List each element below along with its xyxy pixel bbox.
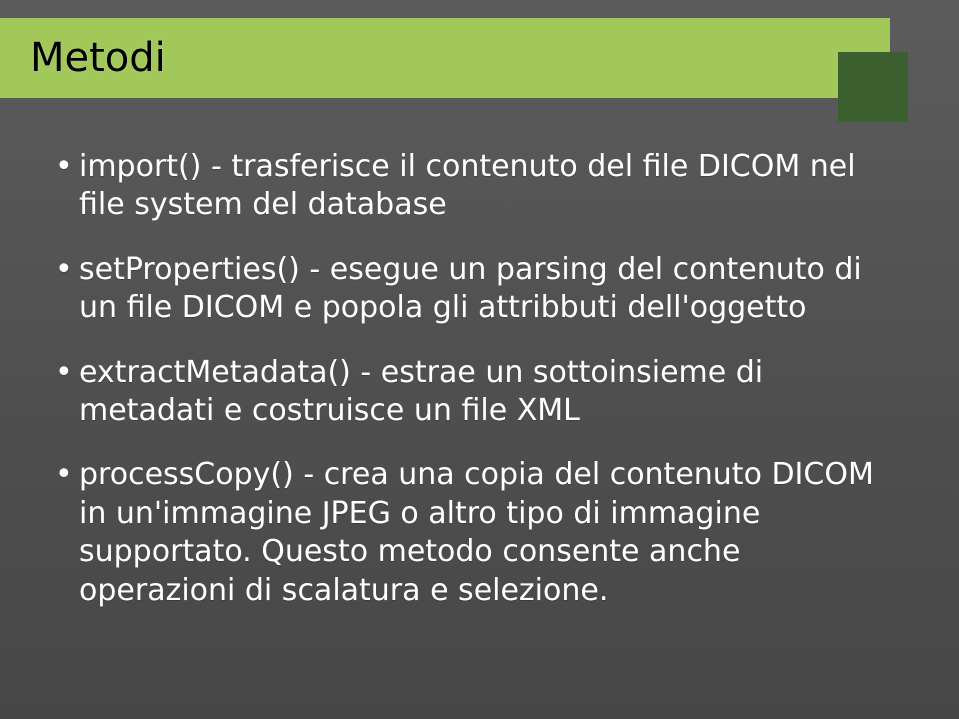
title-bar: Metodi xyxy=(0,18,890,98)
list-item: setProperties() - esegue un parsing del … xyxy=(55,251,879,328)
list-item: processCopy() - crea una copia del conte… xyxy=(55,456,879,610)
bullet-text: setProperties() - esegue un parsing del … xyxy=(79,252,862,325)
list-item: import() - trasferisce il contenuto del … xyxy=(55,148,879,225)
bullet-text: extractMetadata() - estrae un sottoinsie… xyxy=(79,355,763,428)
bullet-list: import() - trasferisce il contenuto del … xyxy=(55,148,879,610)
accent-square-icon xyxy=(838,52,908,122)
list-item: extractMetadata() - estrae un sottoinsie… xyxy=(55,354,879,431)
bullet-text: import() - trasferisce il contenuto del … xyxy=(79,149,856,222)
slide-content: import() - trasferisce il contenuto del … xyxy=(55,148,879,636)
slide: Metodi import() - trasferisce il contenu… xyxy=(0,0,959,719)
bullet-text: processCopy() - crea una copia del conte… xyxy=(79,457,874,607)
slide-title: Metodi xyxy=(30,35,166,81)
